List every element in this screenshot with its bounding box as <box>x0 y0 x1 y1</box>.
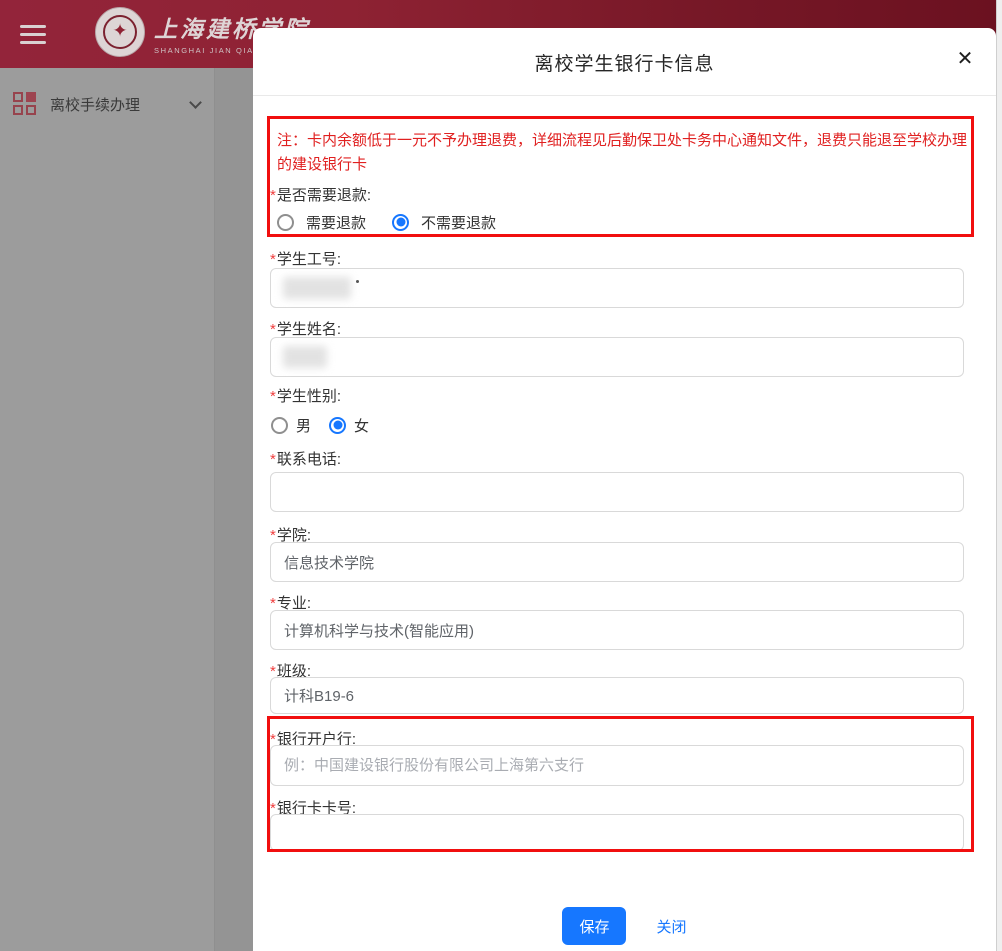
dialog-title: 离校学生银行卡信息 <box>253 49 996 76</box>
grid-menu-icon <box>13 92 37 116</box>
phone-label: *联系电话: <box>270 448 341 469</box>
radio-need-refund[interactable]: 需要退款 <box>277 212 366 233</box>
refund-label: *是否需要退款: <box>270 184 371 205</box>
hamburger-menu-icon[interactable] <box>20 25 46 44</box>
close-link[interactable]: 关闭 <box>656 916 686 937</box>
bank-branch-input[interactable] <box>270 745 964 786</box>
major-input[interactable] <box>270 610 964 650</box>
dialog-actions: 保存 关闭 <box>253 906 996 946</box>
bank-card-info-dialog: 离校学生银行卡信息 ✕ 注：卡内余额低于一元不予办理退费，详细流程见后勤保卫处卡… <box>253 28 996 951</box>
radio-icon <box>271 417 288 434</box>
student-id-label: *学生工号: <box>270 248 341 269</box>
radio-icon <box>329 417 346 434</box>
refund-note-text: 注：卡内余额低于一元不予办理退费，详细流程见后勤保卫处卡务中心通知文件，退费只能… <box>277 129 971 176</box>
card-number-input[interactable] <box>270 814 964 851</box>
chevron-down-icon <box>189 96 202 109</box>
radio-icon <box>277 214 294 231</box>
title-divider <box>253 95 996 96</box>
radio-male[interactable]: 男 <box>271 415 311 436</box>
sidebar: 离校手续办理 <box>0 68 215 951</box>
student-name-label: *学生姓名: <box>270 318 341 339</box>
radio-female[interactable]: 女 <box>329 415 369 436</box>
gender-label: *学生性别: <box>270 385 341 406</box>
student-name-input[interactable] <box>270 337 964 377</box>
class-input[interactable] <box>270 677 964 714</box>
gender-radio-group: 男 女 <box>271 415 369 435</box>
radio-no-refund[interactable]: 不需要退款 <box>392 212 496 233</box>
redacted-student-name <box>283 346 327 368</box>
student-id-input[interactable] <box>270 268 964 308</box>
redacted-student-id <box>283 277 351 299</box>
sidebar-item-label: 离校手续办理 <box>50 94 140 115</box>
radio-icon <box>392 214 409 231</box>
college-input[interactable] <box>270 542 964 582</box>
page-scrollbar[interactable] <box>996 0 1002 951</box>
university-seal-icon <box>95 7 145 57</box>
redacted-dot <box>356 280 359 283</box>
close-icon[interactable]: ✕ <box>952 46 978 72</box>
phone-input[interactable] <box>270 472 964 512</box>
save-button[interactable]: 保存 <box>562 907 626 945</box>
sidebar-item-leave-procedures[interactable]: 离校手续办理 <box>0 68 214 116</box>
refund-radio-group: 需要退款 不需要退款 <box>277 212 496 232</box>
